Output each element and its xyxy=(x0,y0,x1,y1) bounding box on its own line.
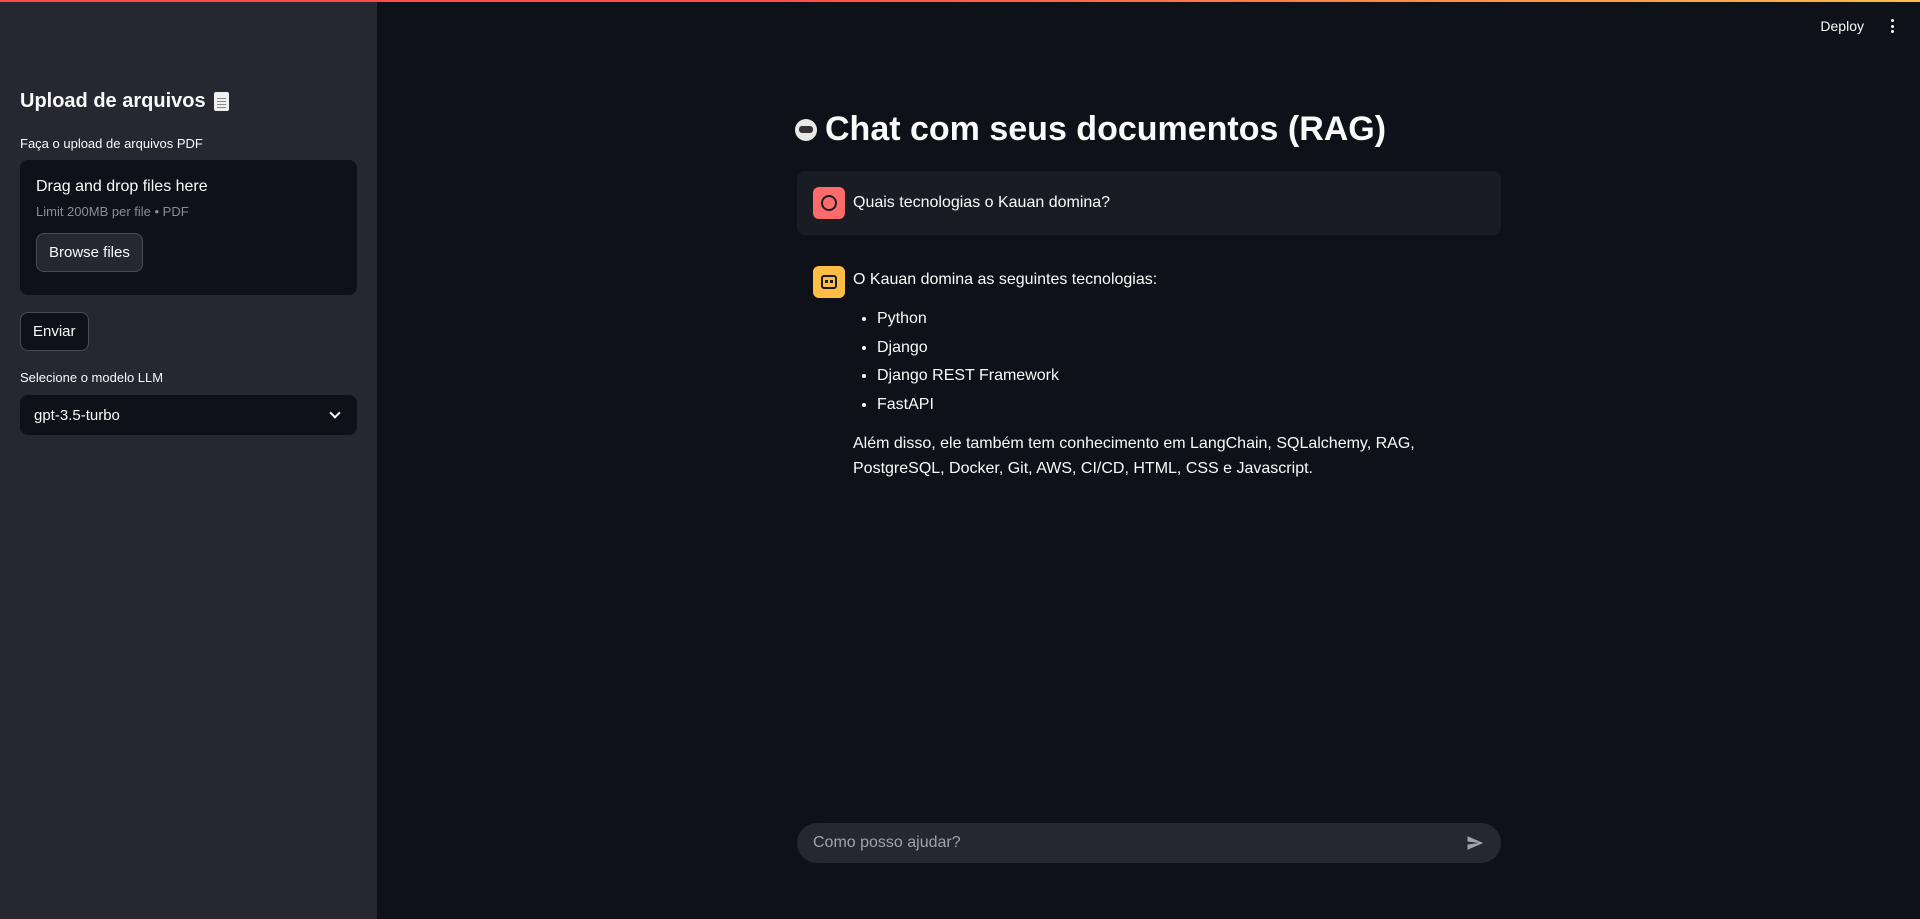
main-area: Deploy Chat com seus documentos (RAG) Qu… xyxy=(377,0,1920,919)
chat-input[interactable] xyxy=(813,834,1413,852)
dropzone-title: Drag and drop files here xyxy=(36,178,208,195)
assistant-avatar-icon xyxy=(813,266,845,298)
model-select-value: gpt-3.5-turbo xyxy=(34,406,120,424)
page-facing-up-icon xyxy=(213,92,229,111)
send-button[interactable]: Enviar xyxy=(20,312,89,351)
assistant-outro-text: Além disso, ele também tem conhecimento … xyxy=(853,434,1415,477)
list-item: FastAPI xyxy=(877,393,1463,418)
user-message: Quais tecnologias o Kauan domina? xyxy=(797,171,1501,235)
list-item: Django xyxy=(877,336,1463,361)
robot-face-icon xyxy=(795,118,817,141)
page-title: Chat com seus documentos (RAG) xyxy=(795,110,1386,149)
assistant-intro-text: O Kauan domina as seguintes tecnologias: xyxy=(853,271,1158,288)
assistant-message: O Kauan domina as seguintes tecnologias:… xyxy=(813,266,1501,482)
top-decoration-bar xyxy=(0,0,1920,2)
page-title-text: Chat com seus documentos (RAG) xyxy=(825,110,1387,148)
dropzone-limit-text: Limit 200MB per file • PDF xyxy=(36,204,189,219)
tech-list: Python Django Django REST Framework Fast… xyxy=(877,307,1463,418)
chat-input-container xyxy=(797,823,1501,863)
file-dropzone[interactable]: Drag and drop files here Limit 200MB per… xyxy=(20,160,357,295)
browse-files-button[interactable]: Browse files xyxy=(36,233,143,272)
user-message-text: Quais tecnologias o Kauan domina? xyxy=(853,194,1111,211)
chevron-down-icon xyxy=(329,406,341,419)
assistant-message-body: O Kauan domina as seguintes tecnologias:… xyxy=(853,266,1463,482)
list-item: Python xyxy=(877,307,1463,332)
deploy-button[interactable]: Deploy xyxy=(1820,18,1864,34)
list-item: Django REST Framework xyxy=(877,364,1463,389)
user-avatar-icon xyxy=(813,187,845,219)
send-icon[interactable] xyxy=(1465,834,1485,852)
sidebar: Upload de arquivos Faça o upload de arqu… xyxy=(0,0,377,919)
model-select[interactable]: gpt-3.5-turbo xyxy=(20,395,357,435)
header-actions: Deploy xyxy=(1820,18,1898,34)
more-options-icon[interactable] xyxy=(1886,18,1898,34)
model-select-label: Selecione o modelo LLM xyxy=(20,370,164,385)
sidebar-title-text: Upload de arquivos xyxy=(20,90,206,112)
upload-label: Faça o upload de arquivos PDF xyxy=(20,136,203,151)
sidebar-title: Upload de arquivos xyxy=(20,90,229,113)
